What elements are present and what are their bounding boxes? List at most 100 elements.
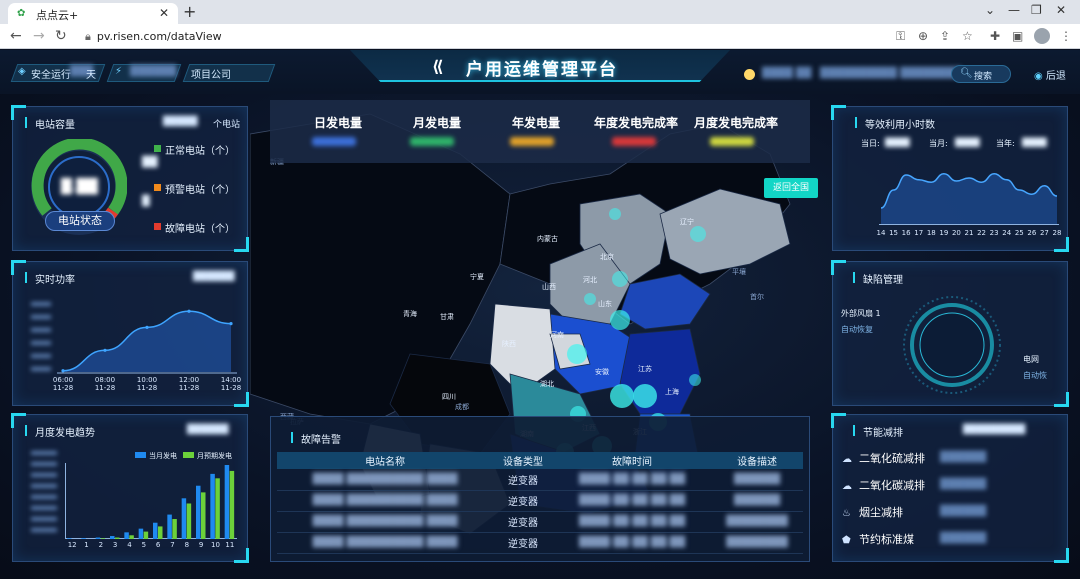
saving-item: ⬟ 节约标准煤 bbox=[842, 531, 914, 547]
device-desc-cell: ████████ bbox=[711, 532, 803, 554]
bookmark-star-icon[interactable]: ☆ bbox=[962, 29, 973, 43]
defect-right-label-1: 电网 bbox=[1023, 355, 1039, 364]
province-label: 平壤 bbox=[732, 267, 746, 276]
kpi-label: 日发电量 bbox=[314, 116, 363, 130]
savings-title: 节能减排 bbox=[853, 424, 903, 439]
monthly-bar bbox=[95, 537, 101, 539]
extensions-icon[interactable]: ✚ bbox=[990, 29, 1000, 43]
util-day-value: ████ bbox=[885, 138, 910, 147]
smoke-icon: ♨ bbox=[842, 508, 851, 519]
realtime-value: ██████ bbox=[193, 272, 235, 282]
province-label: 山西 bbox=[542, 282, 556, 291]
status-swatch bbox=[154, 145, 161, 152]
new-tab-icon[interactable]: + bbox=[183, 2, 196, 21]
minimize-icon[interactable]: — bbox=[1008, 3, 1020, 17]
monthly-bar bbox=[100, 538, 106, 539]
device-type-cell: 逆变器 bbox=[493, 490, 553, 512]
station-dot bbox=[612, 271, 628, 287]
monthly-bar bbox=[129, 535, 134, 539]
defects-title: 缺陷管理 bbox=[853, 271, 903, 286]
url-text: pv.risen.com/dataView bbox=[96, 30, 222, 43]
weather-text: ████ ██ bbox=[762, 68, 812, 79]
power-value: ██████ bbox=[130, 66, 177, 77]
cloud-icon: ☁ bbox=[842, 454, 852, 465]
x-tick-label: 08:00 11-28 bbox=[94, 376, 116, 392]
device-desc-cell: ██████ bbox=[711, 490, 803, 512]
cloud-icon: ☁ bbox=[842, 481, 852, 492]
project-label[interactable]: 项目公司 bbox=[191, 66, 231, 81]
browser-tab[interactable]: ✿ 点点云+ ✕ bbox=[8, 3, 178, 24]
station-dot bbox=[610, 384, 634, 408]
menu-kebab-icon[interactable]: ⋮ bbox=[1060, 29, 1072, 43]
province-label: 北京 bbox=[600, 252, 614, 261]
data-point bbox=[187, 309, 191, 313]
gauge-label: 电站状态 bbox=[45, 211, 115, 231]
util-month-label: 当月: bbox=[929, 139, 948, 148]
safe-run-label: 安全运行 bbox=[31, 70, 71, 81]
kpi-strip: 日发电量 月发电量 年发电量 年度发电完成率 月度发电完成率 bbox=[270, 100, 810, 163]
profile-avatar[interactable] bbox=[1034, 28, 1050, 44]
saving-item: ☁ 二氧化碳减排 bbox=[842, 477, 925, 493]
saving-item: ♨ 烟尘减排 bbox=[842, 504, 903, 520]
chevron-down-icon[interactable]: ⌄ bbox=[985, 3, 995, 17]
util-year-label: 当年: bbox=[996, 139, 1015, 148]
status-swatch bbox=[154, 223, 161, 230]
table-row[interactable]: ████ ██████████ ████ 逆变器 ████-██-██ ██:█… bbox=[277, 511, 803, 533]
province-label: 成都 bbox=[455, 402, 469, 411]
restore-icon[interactable]: ❐ bbox=[1031, 3, 1042, 17]
platform-logo-icon: ⟪ bbox=[432, 57, 444, 76]
province-label: 宁夏 bbox=[470, 272, 484, 281]
sidepanel-icon[interactable]: ▣ bbox=[1012, 29, 1023, 43]
capacity-title: 电站容量 bbox=[25, 116, 75, 131]
forward-arrow-icon[interactable]: → bbox=[33, 28, 45, 44]
kpi-label: 年度发电完成率 bbox=[594, 116, 679, 130]
monthly-bar bbox=[158, 526, 163, 539]
utilization-panel: 等效利用小时数 当日: ████ 当月: ████ 当年: ████ 14 15 1… bbox=[831, 105, 1069, 252]
tab-close-icon[interactable]: ✕ bbox=[159, 6, 169, 20]
reload-icon[interactable]: ↻ bbox=[55, 28, 67, 44]
share-icon[interactable]: ⇪ bbox=[940, 29, 950, 43]
x-tick-label: 14:00 11-28 bbox=[220, 376, 242, 392]
close-window-icon[interactable]: ✕ bbox=[1056, 3, 1066, 17]
device-desc-cell: ██████ bbox=[711, 469, 803, 491]
monthly-bar bbox=[210, 473, 215, 539]
province-label: 陕西 bbox=[502, 339, 516, 348]
status-normal-label: 正常电站（个） bbox=[165, 146, 235, 157]
capacity-unit: 个电站 bbox=[213, 120, 241, 130]
province-label: 四川 bbox=[442, 393, 456, 401]
key-icon[interactable]: ⚿ bbox=[896, 29, 905, 44]
monthly-bar-chart bbox=[65, 463, 237, 539]
station-name-cell: ████ ██████████ ████ bbox=[277, 469, 494, 491]
realtime-y-axis bbox=[31, 302, 51, 372]
station-dot bbox=[610, 310, 630, 330]
monthly-y-axis bbox=[31, 451, 57, 536]
defect-left-label-1: 外部风扇 1 bbox=[841, 309, 881, 318]
search-input[interactable]: 🔍︎ 搜索 bbox=[951, 65, 1011, 83]
province-label: 河南 bbox=[550, 330, 564, 339]
search-label: 搜索 bbox=[974, 72, 993, 82]
legend-swatch bbox=[183, 452, 194, 458]
saving-label: 烟尘减排 bbox=[859, 506, 903, 519]
table-row[interactable]: ████ ██████████ ████ 逆变器 ████-██-██ ██:█… bbox=[277, 532, 803, 554]
kpi-label: 月发电量 bbox=[413, 116, 462, 130]
back-button[interactable]: ◉ 后退 bbox=[1034, 67, 1066, 82]
saving-label: 二氧化硫减排 bbox=[859, 452, 925, 465]
back-arrow-icon[interactable]: ← bbox=[10, 28, 22, 44]
station-dot bbox=[584, 293, 596, 305]
browser-tab-bar: ✿ 点点云+ ✕ + ⌄ — ❐ ✕ bbox=[0, 0, 1080, 24]
defect-left-label-2: 自动恢复 bbox=[841, 325, 873, 334]
url-field[interactable]: 🔒︎ pv.risen.com/dataView bbox=[85, 30, 222, 44]
kpi-value bbox=[312, 137, 356, 146]
back-circle-icon: ◉ bbox=[1034, 71, 1043, 82]
province-label: 首尔 bbox=[750, 292, 764, 301]
monthly-bar bbox=[201, 492, 206, 539]
back-to-national-button[interactable]: 返回全国 bbox=[764, 178, 818, 198]
saving-value: ██████ bbox=[940, 506, 987, 517]
table-row[interactable]: ████ ██████████ ████ 逆变器 ████-██-██ ██:█… bbox=[277, 469, 803, 491]
gauge-value: █.██ bbox=[61, 179, 98, 195]
table-row[interactable]: ████ ██████████ ████ 逆变器 ████-██-██ ██:█… bbox=[277, 490, 803, 512]
monthly-bar bbox=[81, 538, 86, 539]
zoom-icon[interactable]: ⊕ bbox=[918, 29, 928, 43]
status-warning-value: █ bbox=[142, 196, 150, 207]
saving-value: ██████ bbox=[940, 452, 987, 463]
